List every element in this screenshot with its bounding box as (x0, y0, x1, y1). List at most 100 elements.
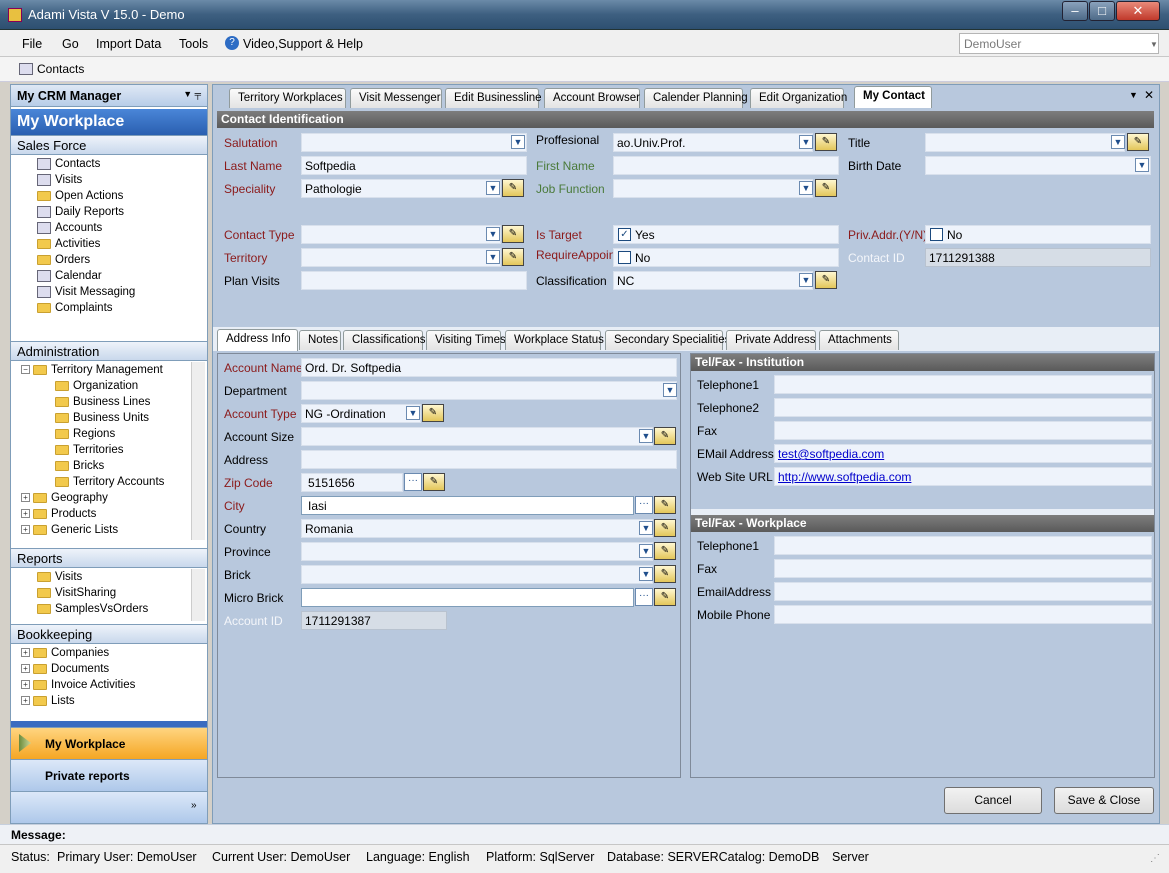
menu-tools[interactable]: Tools (179, 37, 208, 51)
classification-edit-icon[interactable]: ✎ (815, 271, 837, 289)
last-name-field[interactable]: Softpedia (301, 156, 527, 175)
proffesional-dropdown-icon[interactable]: ▼ (799, 135, 813, 149)
account-name-field[interactable]: Ord. Dr. Softpedia (301, 358, 677, 377)
classification-field[interactable]: NC (613, 271, 813, 290)
job-function-field[interactable] (613, 179, 813, 198)
subtab-workplace-status[interactable]: Workplace Status (505, 330, 604, 350)
close-window-button[interactable]: ✕ (1116, 1, 1160, 21)
toolbar-contacts[interactable]: Contacts (37, 62, 84, 76)
wp-mobile-field[interactable] (774, 605, 1152, 624)
territory-dropdown-icon[interactable]: ▼ (486, 250, 500, 264)
tree-item-complaints[interactable]: Complaints (37, 302, 113, 318)
wp-email-field[interactable] (774, 582, 1152, 601)
tree-item-activities[interactable]: Activities (37, 238, 100, 254)
menu-help[interactable]: Video,Support & Help (243, 37, 363, 51)
country-field[interactable]: Romania (301, 519, 653, 538)
nav-overflow[interactable]: » (11, 791, 207, 823)
reports-scrollbar[interactable] (191, 569, 205, 621)
city-ellipsis-icon[interactable]: ··· (635, 496, 653, 514)
country-dropdown-icon[interactable]: ▼ (639, 521, 653, 535)
tree-item-invoice-activities[interactable]: + Invoice Activities (21, 679, 135, 695)
subtab-secondary-specialities[interactable]: Secondary Specialities (605, 330, 730, 350)
is-target-checkbox[interactable]: ✓ (618, 228, 631, 241)
tab-visit-messenger[interactable]: Visit Messenger (350, 88, 442, 108)
email-link[interactable]: test@softpedia.com (778, 447, 884, 461)
user-select[interactable]: DemoUser (959, 33, 1159, 54)
tree-item-territory-management[interactable]: − Territory Management (21, 364, 163, 380)
wp-fax-field[interactable] (774, 559, 1152, 578)
subtab-visiting-times[interactable]: Visiting Times (426, 330, 506, 350)
wp-telephone1-field[interactable] (774, 536, 1152, 555)
plan-visits-field[interactable] (301, 271, 527, 290)
tree-item-territories[interactable]: Territories (55, 444, 123, 460)
subtab-address-info[interactable]: Address Info (217, 329, 298, 351)
minimize-button[interactable]: – (1062, 1, 1088, 21)
expand-icon[interactable]: + (21, 648, 30, 658)
account-size-dropdown-icon[interactable]: ▼ (639, 429, 653, 443)
tab-edit-organization[interactable]: Edit Organization (750, 88, 847, 108)
require-appoint-checkbox[interactable] (618, 251, 631, 264)
account-size-field[interactable] (301, 427, 653, 446)
tab-my-contact[interactable]: My Contact (854, 86, 932, 108)
subtab-attachments[interactable]: Attachments (819, 330, 899, 350)
menu-import-data[interactable]: Import Data (96, 37, 161, 51)
title-dropdown-icon[interactable]: ▼ (1111, 135, 1125, 149)
first-name-field[interactable] (613, 156, 839, 175)
tree-item-companies[interactable]: + Companies (21, 647, 109, 663)
tree-item-documents[interactable]: + Documents (21, 663, 109, 679)
brick-field[interactable] (301, 565, 653, 584)
account-type-edit-icon[interactable]: ✎ (422, 404, 444, 422)
menu-file[interactable]: File (22, 37, 42, 51)
department-dropdown-icon[interactable]: ▼ (663, 383, 677, 397)
tree-item-calendar[interactable]: Calendar (37, 270, 102, 286)
country-edit-icon[interactable]: ✎ (654, 519, 676, 537)
subtab-classifications[interactable]: Classifications (343, 330, 426, 350)
nav-my-workplace[interactable]: My Workplace (11, 727, 207, 759)
proffesional-field[interactable]: ao.Univ.Prof. (613, 133, 813, 152)
contact-type-dropdown-icon[interactable]: ▼ (486, 227, 500, 241)
double-chevron-icon[interactable]: » (191, 800, 197, 811)
sales-force-header[interactable]: Sales Force (11, 135, 207, 155)
speciality-field[interactable]: Pathologie (301, 179, 501, 198)
speciality-dropdown-icon[interactable]: ▼ (486, 181, 500, 195)
brick-edit-icon[interactable]: ✎ (654, 565, 676, 583)
zip-edit-icon[interactable]: ✎ (423, 473, 445, 491)
tree-item-visitsharing[interactable]: VisitSharing (37, 587, 116, 603)
brick-dropdown-icon[interactable]: ▼ (639, 567, 653, 581)
speciality-edit-icon[interactable]: ✎ (502, 179, 524, 197)
title-field[interactable] (925, 133, 1125, 152)
pin-icon[interactable]: ▼ ╤ (183, 89, 201, 99)
classification-dropdown-icon[interactable]: ▼ (799, 273, 813, 287)
inst-telephone2-field[interactable] (774, 398, 1152, 417)
micro-brick-field[interactable] (301, 588, 634, 607)
collapse-icon[interactable]: − (21, 365, 30, 375)
micro-brick-edit-icon[interactable]: ✎ (654, 588, 676, 606)
subtab-private-address[interactable]: Private Address (726, 330, 816, 350)
administration-header[interactable]: Administration (11, 341, 207, 361)
salutation-dropdown-icon[interactable]: ▼ (511, 135, 525, 149)
tree-item-report-visits[interactable]: Visits (37, 571, 82, 587)
contact-type-field[interactable] (301, 225, 501, 244)
tree-item-organization[interactable]: Organization (55, 380, 138, 396)
web-link[interactable]: http://www.softpedia.com (778, 470, 911, 484)
tab-territory-workplaces[interactable]: Territory Workplaces (229, 88, 346, 108)
tab-edit-businessline[interactable]: Edit Businessline (445, 88, 542, 108)
title-edit-icon[interactable]: ✎ (1127, 133, 1149, 151)
birth-date-field[interactable] (925, 156, 1151, 175)
expand-icon[interactable]: + (21, 493, 30, 503)
close-tab-icon[interactable]: ✕ (1144, 88, 1154, 102)
tree-item-generic-lists[interactable]: + Generic Lists (21, 524, 118, 540)
tree-item-orders[interactable]: Orders (37, 254, 90, 270)
zip-code-field[interactable]: 5151656 (301, 473, 403, 492)
expand-icon[interactable]: + (21, 680, 30, 690)
job-function-dropdown-icon[interactable]: ▼ (799, 181, 813, 195)
department-field[interactable] (301, 381, 677, 400)
cancel-button[interactable]: Cancel (944, 787, 1042, 814)
bookkeeping-header[interactable]: Bookkeeping (11, 624, 207, 644)
micro-brick-ellipsis-icon[interactable]: ··· (635, 588, 653, 606)
expand-icon[interactable]: + (21, 696, 30, 706)
tree-item-geography[interactable]: + Geography (21, 492, 108, 508)
tree-item-bricks[interactable]: Bricks (55, 460, 104, 476)
save-close-button[interactable]: Save & Close (1054, 787, 1154, 814)
nav-private-reports[interactable]: Private reports (11, 759, 207, 791)
